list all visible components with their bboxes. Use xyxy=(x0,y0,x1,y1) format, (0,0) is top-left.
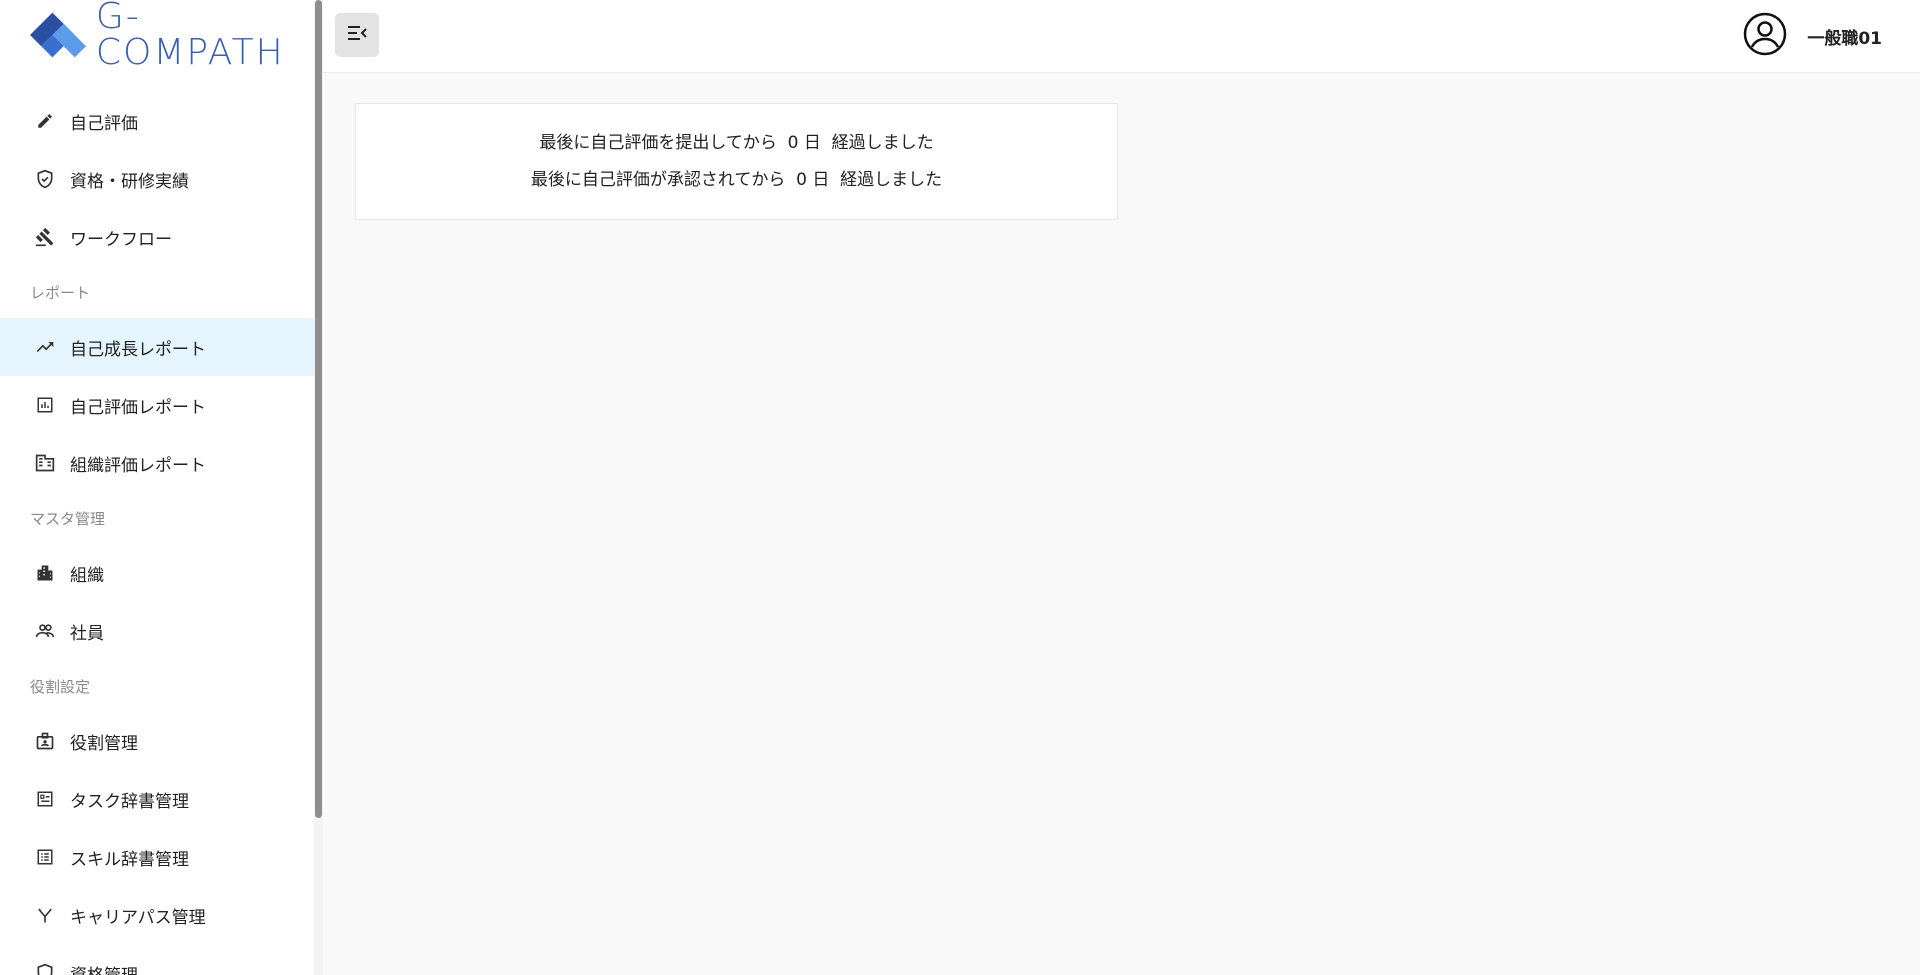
bar-chart-icon xyxy=(34,394,56,416)
menu-collapse-icon xyxy=(345,21,369,49)
sidebar-item-label: 資格管理 xyxy=(70,961,138,975)
sidebar-item-qualifications[interactable]: 資格・研修実績 xyxy=(0,150,314,208)
fork-icon xyxy=(34,904,56,926)
sidebar-item-task-dictionary[interactable]: タスク辞書管理 xyxy=(0,770,314,828)
sidebar-item-employees[interactable]: 社員 xyxy=(0,602,314,660)
trending-up-icon xyxy=(34,336,56,358)
task-book-icon xyxy=(34,788,56,810)
sidebar-item-career-path[interactable]: キャリアパス管理 xyxy=(0,886,314,944)
sidebar-item-organization[interactable]: 組織 xyxy=(0,544,314,602)
evaluation-status-card: 最後に自己評価を提出してから 0 日 経過しました 最後に自己評価が承認されてか… xyxy=(355,103,1118,220)
sidebar-menu: 自己評価 資格・研修実績 ワークフロー レポート 自己成長レポート 自己評価レポ… xyxy=(0,92,314,975)
sidebar-item-label: 自己成長レポート xyxy=(70,339,206,360)
section-header-master: マスタ管理 xyxy=(30,509,106,528)
logo-icon xyxy=(30,12,86,58)
section-header-role: 役割設定 xyxy=(30,677,91,696)
sidebar: G-COMPATH 自己評価 資格・研修実績 ワークフロー レポート 自己成長レ… xyxy=(0,0,314,975)
sidebar-item-label: 自己評価レポート xyxy=(70,397,206,418)
sidebar-item-role-management[interactable]: 役割管理 xyxy=(0,712,314,770)
sidebar-item-label: 自己評価 xyxy=(70,113,138,134)
badge-icon xyxy=(34,730,56,752)
sidebar-item-label: タスク辞書管理 xyxy=(70,791,189,812)
sidebar-item-org-evaluation-report[interactable]: 組織評価レポート xyxy=(0,434,314,492)
sidebar-item-label: ワークフロー xyxy=(70,229,172,250)
sidebar-item-label: 社員 xyxy=(70,623,104,644)
top-bar xyxy=(323,0,1920,73)
list-book-icon xyxy=(34,846,56,868)
section-header-report: レポート xyxy=(30,283,91,302)
sidebar-item-self-growth-report[interactable]: 自己成長レポート xyxy=(0,318,314,376)
people-icon xyxy=(34,620,56,642)
sidebar-item-label: 組織 xyxy=(70,565,104,586)
sidebar-item-label: 組織評価レポート xyxy=(70,455,206,476)
shield-icon xyxy=(34,962,56,975)
logo-text: G-COMPATH xyxy=(95,0,285,73)
user-menu[interactable]: 一般職01 xyxy=(1743,12,1882,60)
sidebar-item-label: 資格・研修実績 xyxy=(70,171,189,192)
building-icon xyxy=(34,452,56,474)
sidebar-item-skill-dictionary[interactable]: スキル辞書管理 xyxy=(0,828,314,886)
pencil-icon xyxy=(34,110,56,132)
gavel-icon xyxy=(34,226,56,248)
sidebar-toggle-button[interactable] xyxy=(335,13,379,57)
sidebar-item-qualification-management[interactable]: 資格管理 xyxy=(0,944,314,975)
account-circle-icon xyxy=(1743,12,1787,60)
sidebar-scrollbar-thumb[interactable] xyxy=(315,0,322,818)
sidebar-item-label: 役割管理 xyxy=(70,733,138,754)
sidebar-item-self-evaluation[interactable]: 自己評価 xyxy=(0,92,314,150)
last-approved-text: 最後に自己評価が承認されてから 0 日 経過しました xyxy=(530,169,943,190)
sidebar-item-label: スキル辞書管理 xyxy=(70,849,189,870)
last-submitted-text: 最後に自己評価を提出してから 0 日 経過しました xyxy=(539,132,934,153)
sidebar-item-workflow[interactable]: ワークフロー xyxy=(0,208,314,266)
sidebar-item-label: キャリアパス管理 xyxy=(70,907,206,928)
shield-check-icon xyxy=(34,168,56,190)
app-logo[interactable]: G-COMPATH xyxy=(30,0,314,71)
buildings-icon xyxy=(34,562,56,584)
user-name: 一般職01 xyxy=(1807,28,1882,49)
sidebar-item-self-evaluation-report[interactable]: 自己評価レポート xyxy=(0,376,314,434)
